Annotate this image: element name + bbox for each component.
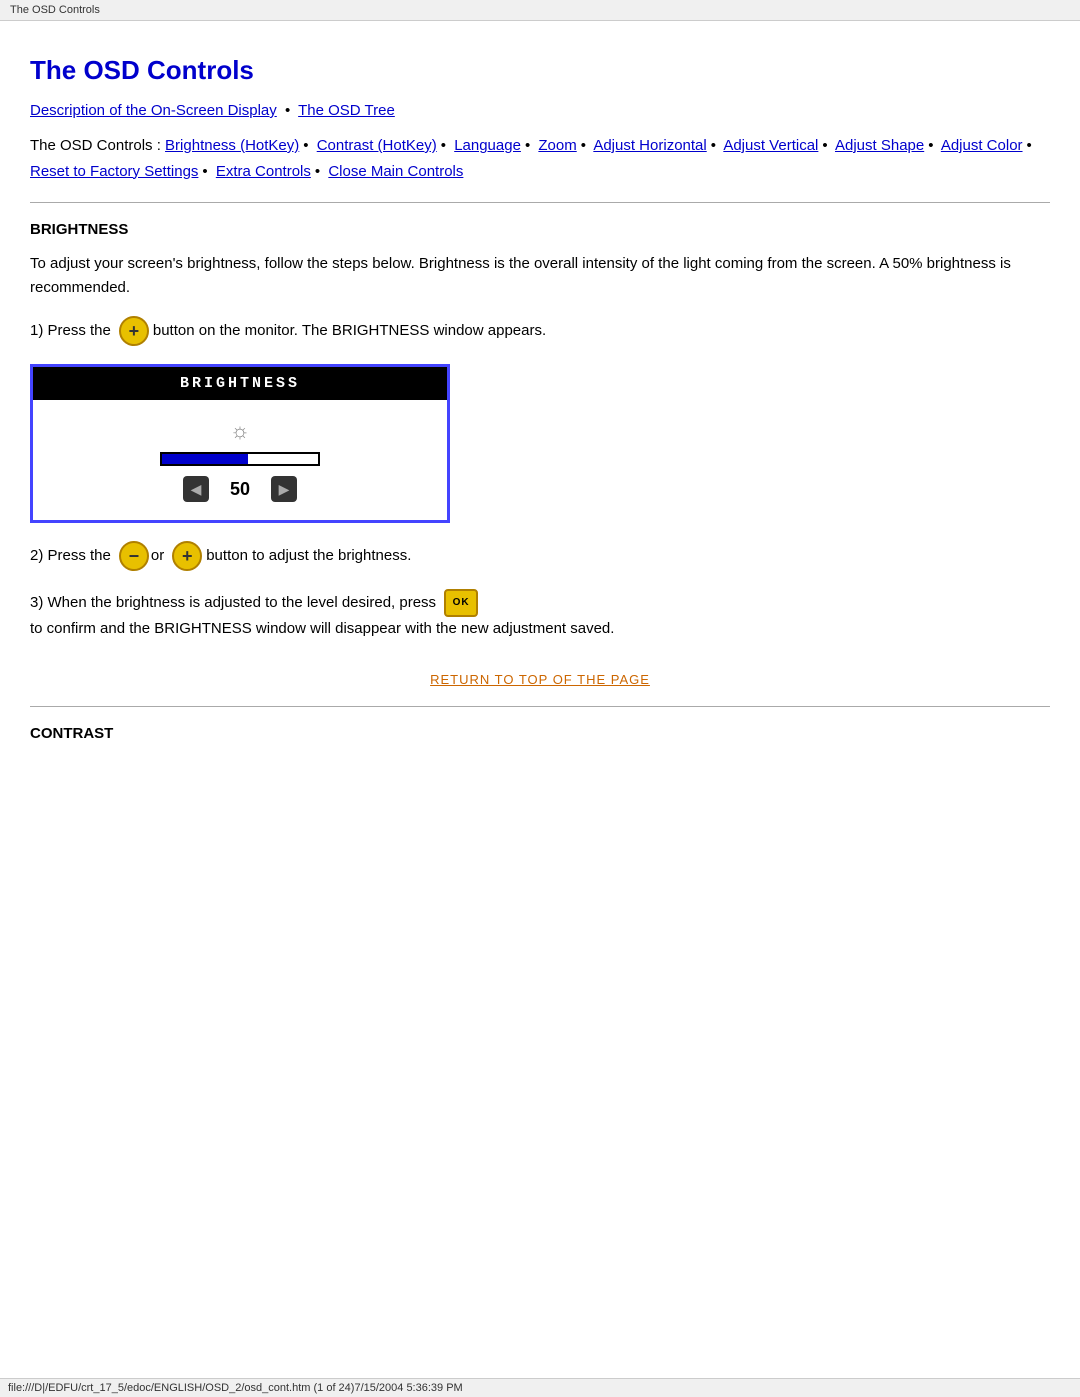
link-close-main-controls[interactable]: Close Main Controls [328, 163, 463, 180]
ok-button-icon: OK [444, 589, 478, 617]
step-3: 3) When the brightness is adjusted to th… [30, 589, 1050, 641]
divider-1 [30, 202, 1050, 203]
step-1-number: 1) Press the [30, 319, 111, 343]
brightness-bar-fill [162, 454, 248, 464]
minus-button-icon: − [119, 541, 149, 571]
step-2-or: or [151, 544, 164, 568]
osd-controls-intro: The OSD Controls : [30, 137, 165, 154]
osd-value: 50 [225, 479, 255, 500]
osd-controls-row: ◀ 50 ▶ [183, 476, 297, 502]
brightness-bar [160, 452, 320, 466]
divider-2 [30, 706, 1050, 707]
osd-left-arrow: ◀ [183, 476, 209, 502]
step-3-text-before: 3) When the brightness is adjusted to th… [30, 591, 436, 615]
step-3-text-after: to confirm and the BRIGHTNESS window wil… [30, 617, 614, 641]
link-adjust-color[interactable]: Adjust Color [941, 137, 1023, 154]
page-title: The OSD Controls [30, 55, 1050, 86]
plus-button-icon: + [119, 316, 149, 346]
nav-links: Description of the On-Screen Display • T… [30, 102, 1050, 119]
sun-icon: ☼ [230, 418, 250, 444]
step-1: 1) Press the + button on the monitor. Th… [30, 316, 1050, 346]
nav-description-link[interactable]: Description of the On-Screen Display [30, 102, 277, 119]
link-language[interactable]: Language [454, 137, 521, 154]
link-reset-factory[interactable]: Reset to Factory Settings [30, 163, 198, 180]
step-1-text: button on the monitor. The BRIGHTNESS wi… [153, 319, 546, 343]
status-bar: file:///D|/EDFU/crt_17_5/edoc/ENGLISH/OS… [0, 1378, 1080, 1397]
return-to-top[interactable]: RETURN TO TOP OF THE PAGE [30, 671, 1050, 688]
brightness-heading: BRIGHTNESS [30, 221, 1050, 238]
nav-tree-link[interactable]: The OSD Tree [298, 102, 395, 119]
plus-button-icon-2: + [172, 541, 202, 571]
link-adjust-horizontal[interactable]: Adjust Horizontal [593, 137, 706, 154]
step-2-text: button to adjust the brightness. [206, 544, 411, 568]
brightness-osd-window: BRIGHTNESS ☼ ◀ 50 ▶ [30, 364, 450, 523]
browser-title: The OSD Controls [0, 0, 1080, 21]
osd-right-arrow: ▶ [271, 476, 297, 502]
link-adjust-vertical[interactable]: Adjust Vertical [723, 137, 818, 154]
bullet-1: • [285, 102, 290, 119]
link-zoom[interactable]: Zoom [538, 137, 576, 154]
osd-body: ☼ ◀ 50 ▶ [33, 400, 447, 520]
step-2: 2) Press the − or + button to adjust the… [30, 541, 1050, 571]
step-2-number: 2) Press the [30, 544, 111, 568]
link-contrast-hotkey[interactable]: Contrast (HotKey) [317, 137, 437, 154]
contrast-heading: CONTRAST [30, 725, 1050, 742]
link-adjust-shape[interactable]: Adjust Shape [835, 137, 924, 154]
brightness-description: To adjust your screen's brightness, foll… [30, 252, 1050, 300]
link-brightness-hotkey[interactable]: Brightness (HotKey) [165, 137, 299, 154]
return-to-top-link[interactable]: RETURN TO TOP OF THE PAGE [430, 672, 650, 687]
osd-controls-nav: The OSD Controls : Brightness (HotKey)• … [30, 133, 1050, 184]
link-extra-controls[interactable]: Extra Controls [216, 163, 311, 180]
osd-title-bar: BRIGHTNESS [33, 367, 447, 400]
